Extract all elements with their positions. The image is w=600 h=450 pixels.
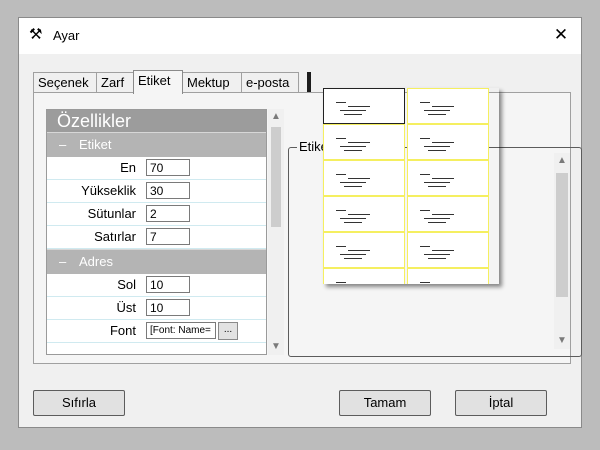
label-cell[interactable] [407,124,489,160]
width-input[interactable]: 70 [146,159,190,176]
address-lines-icon [420,282,454,284]
collapse-icon[interactable]: – [59,250,79,274]
label-cell[interactable] [323,268,405,284]
close-icon: ✕ [553,25,569,44]
close-button[interactable]: ✕ [549,24,573,46]
tab-etiket[interactable]: Etiket [133,70,183,94]
property-grid-scrollbar[interactable]: ▲ ▼ [268,109,284,355]
address-lines-icon [420,174,454,187]
property-label: En [120,160,136,175]
property-row-yukseklik: Yükseklik 30 [47,180,266,203]
property-label: Yükseklik [81,183,136,198]
top-input[interactable]: 10 [146,299,190,316]
category-adres[interactable]: – Adres [47,249,266,274]
property-row-sol: Sol 10 [47,274,266,297]
address-lines-icon [336,174,370,187]
label-cell[interactable] [323,88,405,124]
address-lines-icon [336,102,370,115]
address-lines-icon [420,246,454,259]
tab-strip-shadow [307,72,311,92]
property-row-sutunlar: Sütunlar 2 [47,203,266,226]
height-input[interactable]: 30 [146,182,190,199]
reset-button[interactable]: Sıfırla [33,390,125,416]
tools-icon: ⚒ [29,26,43,43]
font-browse-button[interactable]: ... [218,322,238,340]
property-grid[interactable]: Özellikler – Etiket En 70 Yükseklik 30 Sü… [46,109,267,355]
window-title: Ayar [53,28,80,43]
label-cell[interactable] [323,232,405,268]
scroll-thumb[interactable] [556,173,568,297]
tab-secenek[interactable]: Seçenek [33,72,97,92]
scroll-down-icon[interactable]: ▼ [554,333,570,349]
tab-e-posta[interactable]: e-posta [241,72,299,92]
property-row-font: Font [Font: Name= ... [47,320,266,343]
property-row-en: En 70 [47,157,266,180]
left-input[interactable]: 10 [146,276,190,293]
property-label: Sütunlar [87,206,136,221]
label-cell[interactable] [323,124,405,160]
label-cell[interactable] [407,232,489,268]
preview-scrollbar[interactable]: ▲ ▼ [554,153,570,349]
address-lines-icon [336,138,370,151]
tab-zarf[interactable]: Zarf [96,72,134,92]
address-lines-icon [420,102,454,115]
label-cell[interactable] [407,268,489,284]
label-cell[interactable] [407,196,489,232]
address-lines-icon [336,246,370,259]
address-lines-icon [420,210,454,223]
label-cell[interactable] [323,160,405,196]
columns-input[interactable]: 2 [146,205,190,222]
scroll-up-icon[interactable]: ▲ [268,109,284,125]
scroll-thumb[interactable] [271,127,281,227]
label-cell[interactable] [323,196,405,232]
font-input[interactable]: [Font: Name= [146,322,216,339]
label-cell[interactable] [407,160,489,196]
title-bar: ⚒ Ayar ✕ [19,18,581,54]
scroll-up-icon[interactable]: ▲ [554,153,570,169]
property-label: Sol [117,277,136,292]
rows-input[interactable]: 7 [146,228,190,245]
cancel-button[interactable]: İptal [455,390,547,416]
property-grid-title: Özellikler [47,110,266,132]
property-label: Satırlar [94,229,136,244]
property-row-ust: Üst 10 [47,297,266,320]
address-lines-icon [420,138,454,151]
ok-button[interactable]: Tamam [339,390,431,416]
property-row-satirlar: Satırlar 7 [47,226,266,249]
category-label: Adres [79,254,113,269]
property-label: Font [109,323,136,338]
address-lines-icon [336,282,370,284]
category-label: Etiket [79,137,112,152]
collapse-icon[interactable]: – [59,133,79,157]
property-label: Üst [116,300,137,315]
label-cell[interactable] [407,88,489,124]
scroll-down-icon[interactable]: ▼ [268,339,284,355]
settings-dialog: ⚒ Ayar ✕ Seçenek Zarf Etiket Mektup e-po… [18,17,582,428]
tab-mektup[interactable]: Mektup [182,72,242,92]
label-sheet-preview[interactable] [323,88,499,284]
address-lines-icon [336,210,370,223]
category-etiket[interactable]: – Etiket [47,132,266,157]
